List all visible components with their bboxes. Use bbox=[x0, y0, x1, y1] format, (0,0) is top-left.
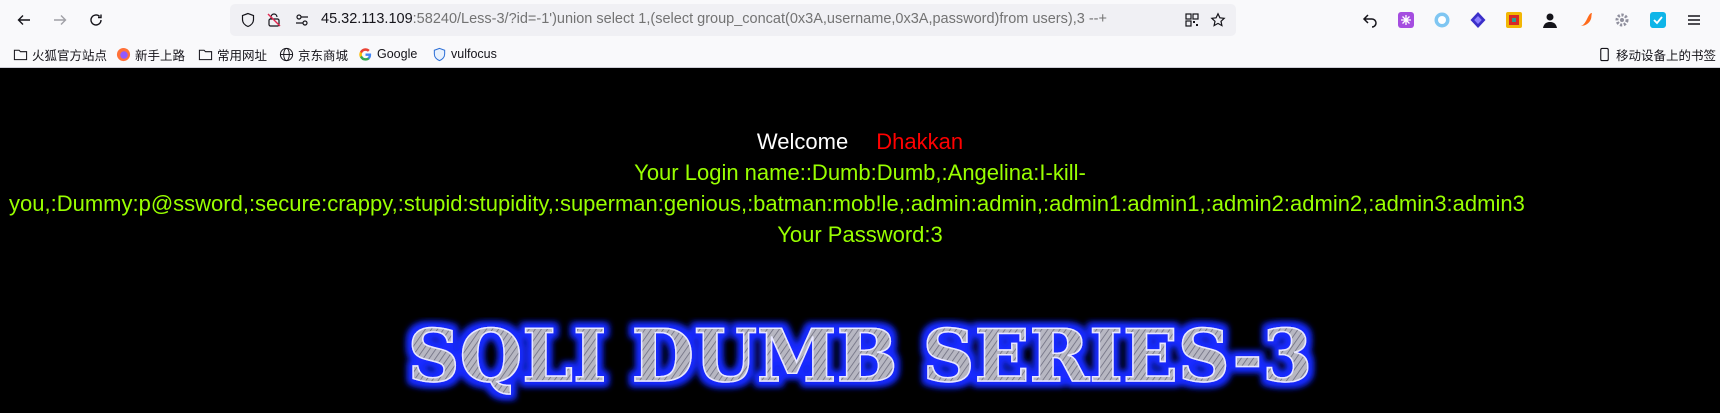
extension-flame-icon[interactable] bbox=[1576, 10, 1596, 30]
menu-hamburger-icon[interactable] bbox=[1684, 10, 1704, 30]
password-line: Your Password:3 bbox=[777, 222, 943, 247]
arrow-left-icon bbox=[17, 15, 30, 25]
forward-button[interactable] bbox=[48, 8, 72, 32]
mobile-bookmarks[interactable]: 移动设备上的书签 bbox=[1596, 45, 1716, 63]
bookmark-item[interactable]: 火狐官方站点 bbox=[12, 45, 107, 63]
firefox-icon bbox=[115, 46, 131, 62]
folder-icon bbox=[12, 46, 28, 62]
welcome-text: Welcome bbox=[756, 129, 849, 154]
bookmark-item[interactable]: Google bbox=[357, 45, 417, 63]
bookmark-item[interactable]: 新手上路 bbox=[115, 45, 185, 63]
bookmark-item[interactable]: vulfocus bbox=[431, 45, 497, 63]
insecure-lock-icon[interactable] bbox=[266, 12, 282, 28]
shield-icon[interactable] bbox=[240, 12, 256, 28]
login-name-line: Your Login name::Dumb:Dumb,:Angelina:I-k… bbox=[634, 160, 1086, 185]
folder-icon bbox=[197, 46, 213, 62]
username-text: Dhakkan bbox=[876, 129, 964, 154]
undo-arrow-icon[interactable] bbox=[1360, 10, 1380, 30]
welcome-line: Welcome Dhakkan bbox=[0, 129, 1720, 155]
bookmark-item[interactable]: 常用网址 bbox=[197, 45, 267, 63]
extension-cyan-icon[interactable] bbox=[1648, 10, 1668, 30]
reload-button[interactable] bbox=[84, 8, 108, 32]
extension-agent-icon[interactable] bbox=[1540, 10, 1560, 30]
url-bar[interactable]: 45.32.113.109:58240/Less-3/?id=-1')union… bbox=[230, 4, 1236, 36]
bookmark-label: 常用网址 bbox=[217, 48, 268, 63]
arrow-right-icon bbox=[54, 15, 67, 25]
globe-icon bbox=[278, 46, 294, 62]
bookmark-star-icon[interactable] bbox=[1210, 12, 1226, 28]
bookmark-label: 新手上路 bbox=[135, 48, 186, 63]
qr-code-icon[interactable] bbox=[1184, 12, 1200, 28]
mobile-device-icon bbox=[1596, 46, 1612, 62]
bookmark-label: 移动设备上的书签 bbox=[1616, 48, 1717, 63]
url-path: :58240/Less-3/?id=-1')union select 1,(se… bbox=[412, 11, 1107, 27]
extension-purple-icon[interactable] bbox=[1396, 10, 1416, 30]
bookmark-label: vulfocus bbox=[451, 47, 497, 61]
banner-title-text: SQLI DUMB SERIES-3 bbox=[408, 317, 1313, 398]
url-text[interactable]: 45.32.113.109:58240/Less-3/?id=-1')union… bbox=[321, 11, 1107, 27]
browser-toolbar: 45.32.113.109:58240/Less-3/?id=-1')union… bbox=[0, 0, 1720, 40]
credentials-dump-line: you,:Dummy:p@ssword,:secure:crappy,:stup… bbox=[9, 191, 1525, 216]
extension-ring-icon[interactable] bbox=[1432, 10, 1452, 30]
url-host: 45.32.113.109 bbox=[321, 11, 413, 27]
bookmark-label: 京东商城 bbox=[298, 48, 349, 63]
back-button[interactable] bbox=[12, 8, 36, 32]
shield-icon bbox=[431, 46, 447, 62]
reload-icon bbox=[90, 14, 102, 26]
extension-cube-icon[interactable] bbox=[1468, 10, 1488, 30]
permissions-icon[interactable] bbox=[294, 12, 310, 28]
bookmark-label: 火狐官方站点 bbox=[32, 48, 108, 63]
page-content: Welcome Dhakkan Your Login name::Dumb:Dum… bbox=[0, 69, 1720, 413]
extension-gear-icon[interactable] bbox=[1612, 10, 1632, 30]
extension-colorful-icon[interactable] bbox=[1504, 10, 1524, 30]
google-icon bbox=[357, 46, 373, 62]
title-banner-image: SQLI DUMB SERIES-3 bbox=[407, 317, 1313, 399]
bookmarks-toolbar: 火狐官方站点 新手上路 常用网址 京东商城 Google vulfocus 移动… bbox=[0, 40, 1720, 68]
bookmark-label: Google bbox=[377, 47, 418, 61]
bookmark-item[interactable]: 京东商城 bbox=[278, 45, 348, 63]
